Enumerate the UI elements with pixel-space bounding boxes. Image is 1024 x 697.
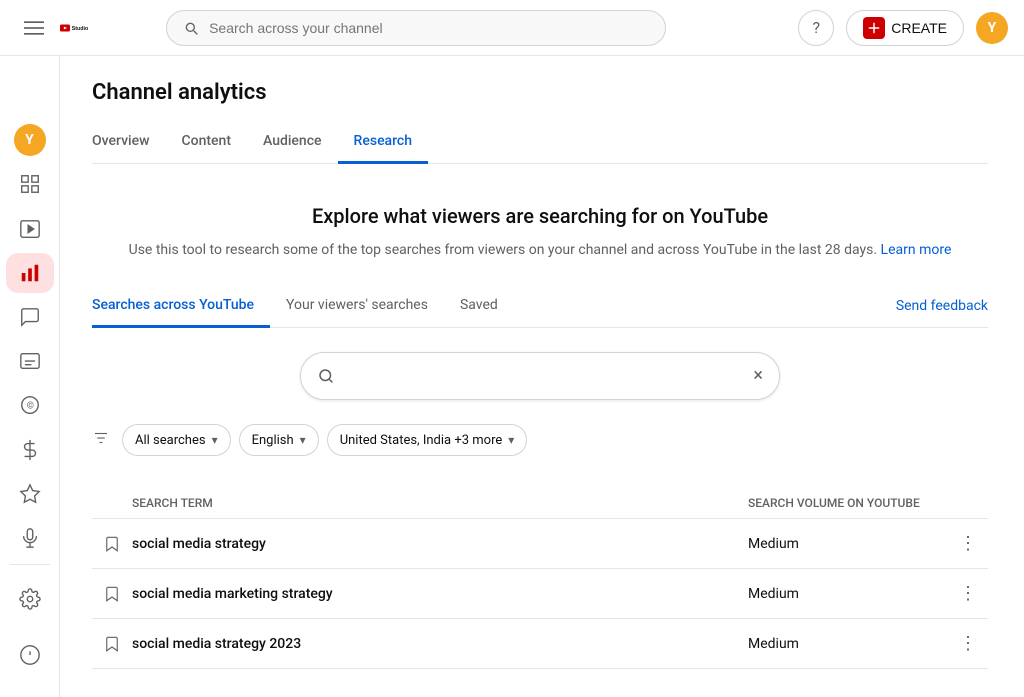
search-area: social media strategy × xyxy=(92,352,988,400)
col-actions-header xyxy=(948,496,988,510)
all-searches-label: All searches xyxy=(135,433,206,448)
search-box[interactable] xyxy=(166,10,666,46)
user-avatar[interactable]: Y xyxy=(976,12,1008,44)
hero-desc-text: Use this tool to research some of the to… xyxy=(129,242,877,258)
table-row[interactable]: social media strategy 2023 Medium ⋮ xyxy=(92,619,988,669)
sidebar-icon-subtitles[interactable] xyxy=(6,341,54,381)
clear-search-button[interactable]: × xyxy=(753,367,763,385)
filter-icon xyxy=(92,429,110,451)
bookmark-icon-3[interactable] xyxy=(92,635,132,653)
sidebar-icon-monetization[interactable] xyxy=(6,429,54,469)
row-more-3[interactable]: ⋮ xyxy=(948,633,988,654)
sidebar-icon-audio[interactable] xyxy=(6,518,54,558)
tab-overview[interactable]: Overview xyxy=(92,121,165,164)
row-term-3: social media strategy 2023 xyxy=(132,636,748,652)
sidebar: Y © xyxy=(0,56,60,697)
research-search-icon xyxy=(317,367,335,385)
row-more-1[interactable]: ⋮ xyxy=(948,533,988,554)
row-term-1: social media strategy xyxy=(132,536,748,552)
send-feedback-link[interactable]: Send feedback xyxy=(896,286,988,326)
language-chevron: ▾ xyxy=(300,433,306,447)
svg-text:Studio: Studio xyxy=(72,25,89,31)
location-chevron: ▾ xyxy=(508,433,514,447)
svg-text:©: © xyxy=(26,402,33,412)
logo[interactable]: Studio xyxy=(60,17,92,39)
filters: All searches ▾ English ▾ United States, … xyxy=(92,424,988,472)
row-more-2[interactable]: ⋮ xyxy=(948,583,988,604)
table-row[interactable]: social media strategy Medium ⋮ xyxy=(92,519,988,569)
location-label: United States, India +3 more xyxy=(340,433,503,448)
main-content: Channel analytics Overview Content Audie… xyxy=(60,56,1024,697)
row-volume-2: Medium xyxy=(748,586,948,602)
sidebar-icon-analytics[interactable] xyxy=(6,253,54,293)
help-button[interactable]: ? xyxy=(798,10,834,46)
sidebar-icon-avatar[interactable]: Y xyxy=(6,120,54,160)
create-icon xyxy=(863,17,885,39)
research-hero: Explore what viewers are searching for o… xyxy=(92,164,988,285)
tabs: Overview Content Audience Research xyxy=(92,121,988,164)
header-search-input[interactable] xyxy=(209,20,649,36)
tab-content[interactable]: Content xyxy=(165,121,247,164)
results-table: Search term Search volume on YouTube soc… xyxy=(92,488,988,669)
sidebar-icon-feedback[interactable] xyxy=(6,631,54,679)
row-volume-1: Medium xyxy=(748,536,948,552)
table-row[interactable]: social media marketing strategy Medium ⋮ xyxy=(92,569,988,619)
header: Studio ? CREATE Y xyxy=(0,0,1024,56)
create-button[interactable]: CREATE xyxy=(846,10,964,46)
bookmark-icon-2[interactable] xyxy=(92,585,132,603)
header-search-area xyxy=(166,10,666,46)
header-actions: ? CREATE Y xyxy=(798,10,1008,46)
row-term-2: social media marketing strategy xyxy=(132,586,748,602)
all-searches-chevron: ▾ xyxy=(212,433,218,447)
col-term-header: Search term xyxy=(92,496,748,510)
sub-tab-saved[interactable]: Saved xyxy=(444,285,514,328)
sub-tab-youtube[interactable]: Searches across YouTube xyxy=(92,285,270,328)
row-volume-3: Medium xyxy=(748,636,948,652)
language-filter[interactable]: English ▾ xyxy=(239,424,319,456)
bookmark-icon-1[interactable] xyxy=(92,535,132,553)
menu-icon[interactable] xyxy=(16,10,52,46)
hero-title: Explore what viewers are searching for o… xyxy=(112,204,968,228)
hero-description: Use this tool to research some of the to… xyxy=(112,240,968,261)
table-header: Search term Search volume on YouTube xyxy=(92,488,988,519)
page-title: Channel analytics xyxy=(92,80,988,105)
sidebar-icon-comments[interactable] xyxy=(6,297,54,337)
sidebar-icon-content[interactable] xyxy=(6,208,54,248)
create-label: CREATE xyxy=(891,20,947,36)
all-searches-filter[interactable]: All searches ▾ xyxy=(122,424,231,456)
sidebar-icon-copyright[interactable]: © xyxy=(6,385,54,425)
research-search-input[interactable]: social media strategy xyxy=(347,368,741,385)
sidebar-icon-customization[interactable] xyxy=(6,474,54,514)
research-search-box[interactable]: social media strategy × xyxy=(300,352,780,400)
sidebar-avatar: Y xyxy=(14,124,46,156)
sidebar-icon-dashboard[interactable] xyxy=(6,164,54,204)
tab-research[interactable]: Research xyxy=(338,121,428,164)
col-volume-header: Search volume on YouTube xyxy=(748,496,948,510)
language-label: English xyxy=(252,433,294,448)
search-icon xyxy=(183,20,199,36)
sub-tabs: Searches across YouTube Your viewers' se… xyxy=(92,285,988,328)
sidebar-divider xyxy=(10,564,50,565)
app-layout: Y © xyxy=(0,0,1024,697)
sub-tab-viewers[interactable]: Your viewers' searches xyxy=(270,285,444,328)
learn-more-link[interactable]: Learn more xyxy=(881,242,952,258)
location-filter[interactable]: United States, India +3 more ▾ xyxy=(327,424,528,456)
sidebar-icon-settings[interactable] xyxy=(6,575,54,623)
page: Channel analytics Overview Content Audie… xyxy=(60,56,1020,693)
tab-audience[interactable]: Audience xyxy=(247,121,338,164)
